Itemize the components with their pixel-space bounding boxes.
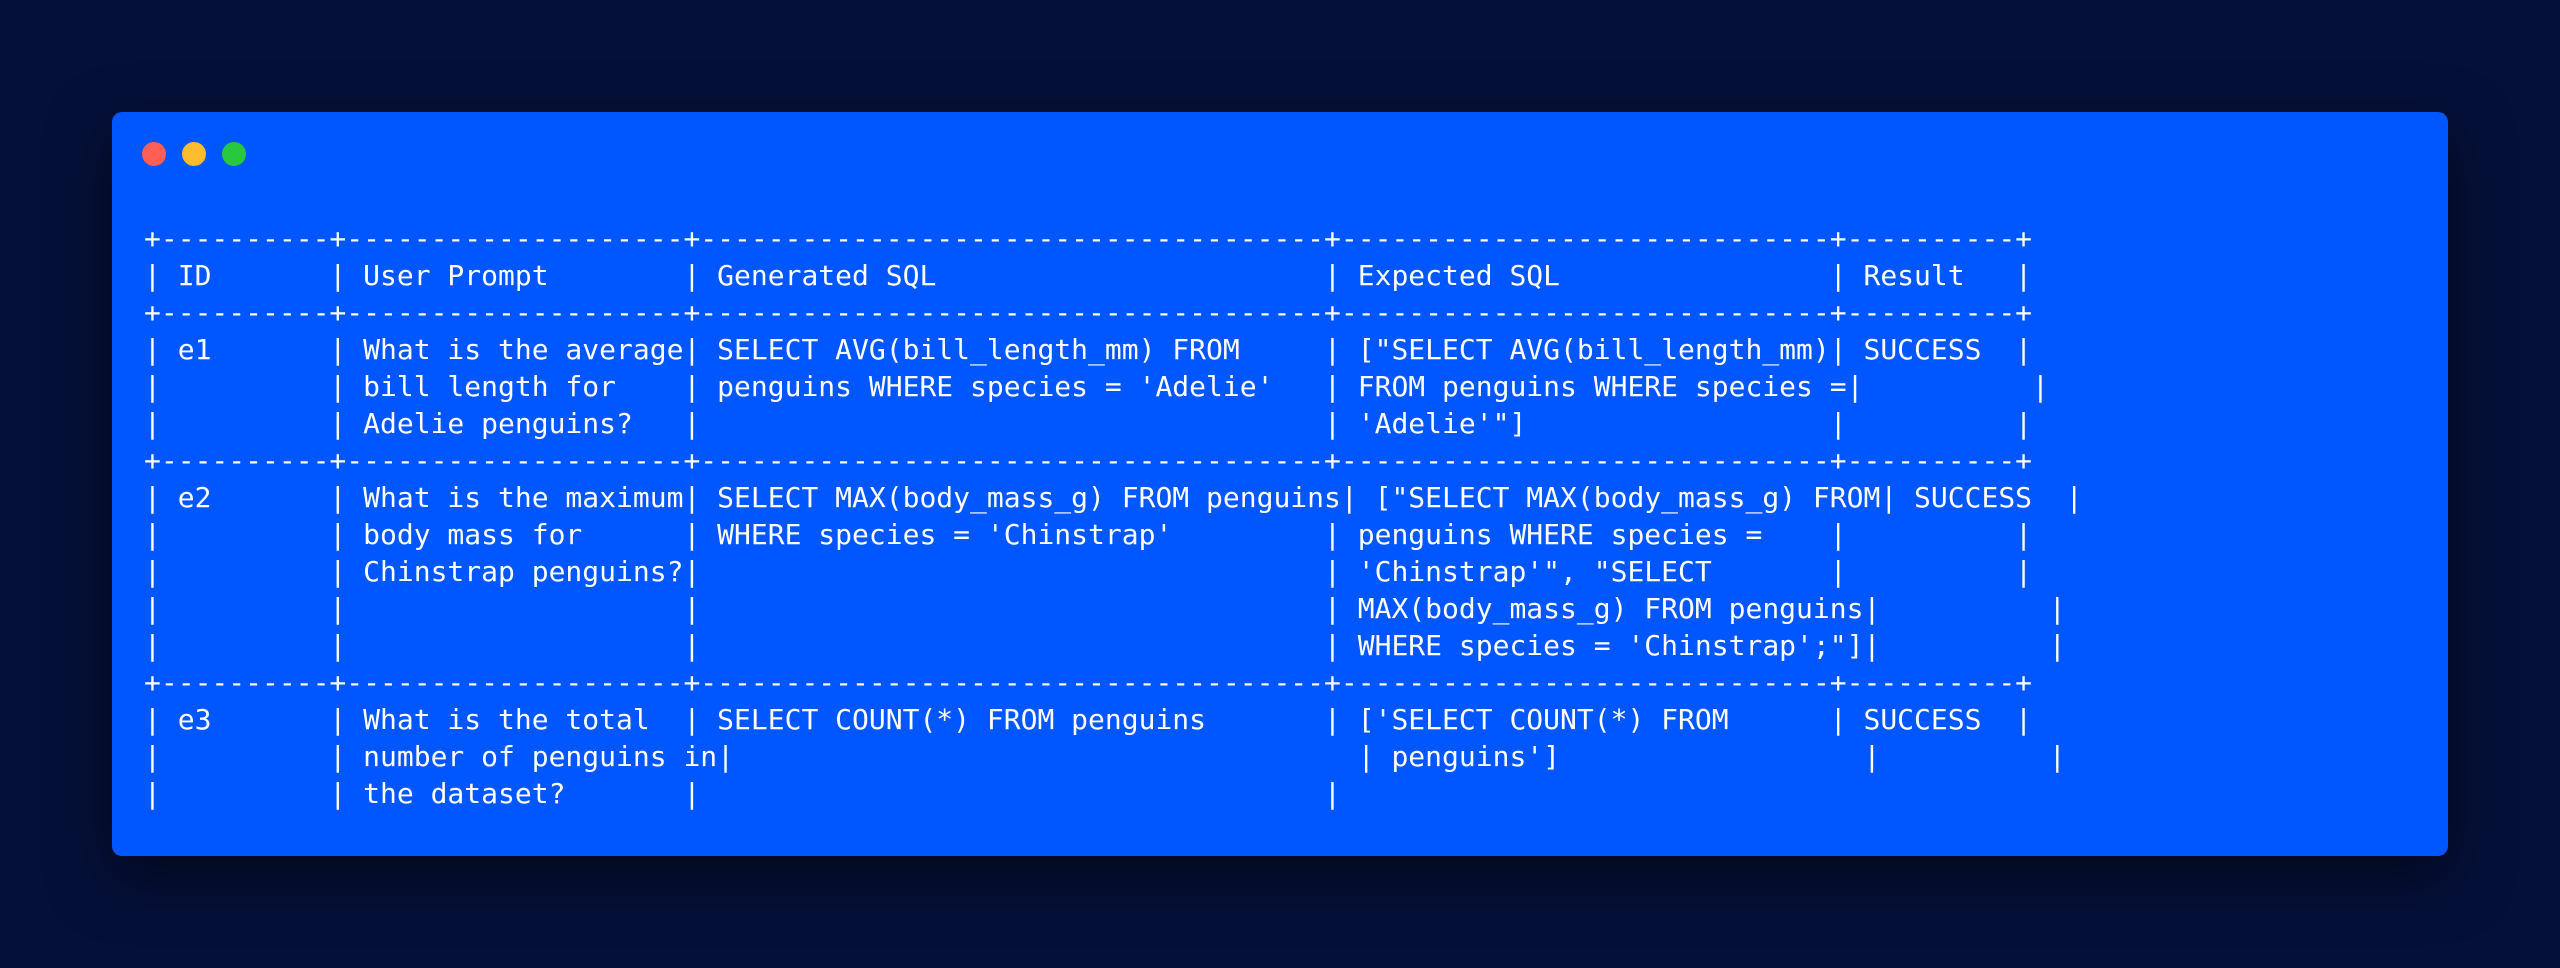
window-controls [142,142,246,166]
terminal-window: +----------+--------------------+-------… [112,112,2448,856]
terminal-output: +----------+--------------------+-------… [144,220,2083,812]
table-border: +----------+--------------------+-------… [144,222,2033,255]
table-row-e2: | e2 | What is the maximum| SELECT MAX(b… [144,481,2083,514]
table-row-e2: | | body mass for | WHERE species = 'Chi… [144,518,2033,551]
table-row-e1: | | bill length for | penguins WHERE spe… [144,370,2049,403]
table-row-e1: | e1 | What is the average| SELECT AVG(b… [144,333,2033,366]
table-border: +----------+--------------------+-------… [144,444,2033,477]
table-border: +----------+--------------------+-------… [144,296,2033,329]
table-row-e2: | | Chinstrap penguins?| | 'Chinstrap'",… [144,555,2033,588]
close-icon[interactable] [142,142,166,166]
table-row-e1: | | Adelie penguins? | | 'Adelie'"] | | [144,407,2033,440]
table-row-e3: | e3 | What is the total | SELECT COUNT(… [144,703,2033,736]
table-row-e3: | | number of penguins in| | penguins'] … [144,740,2066,773]
table-border: +----------+--------------------+-------… [144,666,2033,699]
maximize-icon[interactable] [222,142,246,166]
table-row-e3: | | the dataset? | | [144,777,1341,810]
minimize-icon[interactable] [182,142,206,166]
table-row-e2: | | | | WHERE species = 'Chinstrap';"]| … [144,629,2066,662]
table-header-row: | ID | User Prompt | Generated SQL | Exp… [144,259,2033,292]
table-row-e2: | | | | MAX(body_mass_g) FROM penguins| … [144,592,2066,625]
